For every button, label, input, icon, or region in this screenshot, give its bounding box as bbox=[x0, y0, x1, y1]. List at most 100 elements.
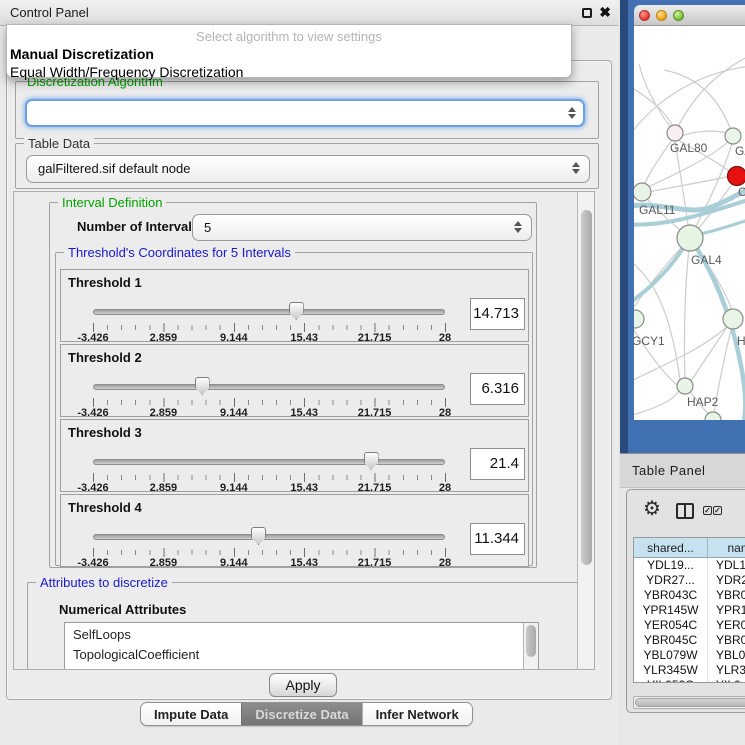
slider-track[interactable] bbox=[93, 534, 445, 540]
slider-thumb[interactable] bbox=[195, 377, 210, 395]
attribute-list-item[interactable]: BetweennessCentrality bbox=[65, 665, 520, 670]
split-table-icon[interactable] bbox=[676, 503, 694, 519]
node-attribute-table: shared...name YDL19...YDL1YDR27...YDR2YB… bbox=[633, 537, 745, 683]
table-cell: YBR045C bbox=[634, 633, 708, 648]
threshold-row: Threshold 4-3.4262.8599.14415.4321.71528… bbox=[60, 494, 529, 567]
slider-track[interactable] bbox=[93, 384, 445, 390]
table-row[interactable]: YBR045CYBR0 bbox=[634, 633, 745, 648]
node-GA[interactable] bbox=[725, 128, 741, 144]
column-header-1[interactable]: name bbox=[708, 538, 745, 558]
node-HAP2[interactable] bbox=[677, 378, 693, 394]
node-C[interactable] bbox=[728, 167, 745, 186]
threshold-value-field[interactable]: 6.316 bbox=[470, 373, 525, 405]
table-row[interactable]: YDL19...YDL1 bbox=[634, 558, 745, 573]
node-GAL80[interactable] bbox=[667, 125, 683, 141]
table-cell: YBL079W bbox=[634, 648, 708, 663]
threshold-value-field[interactable]: 21.4 bbox=[470, 448, 525, 480]
slider-thumb[interactable] bbox=[251, 527, 266, 545]
table-rows: YDL19...YDL1YDR27...YDR2YBR043CYBR0YPR14… bbox=[634, 558, 745, 683]
apply-button[interactable]: Apply bbox=[269, 673, 337, 697]
threshold-slider[interactable]: -3.4262.8599.14415.4321.71528 bbox=[89, 375, 453, 417]
node-H[interactable] bbox=[723, 309, 743, 329]
table-cell: YBR043C bbox=[634, 588, 708, 603]
node-label: GA bbox=[735, 144, 745, 158]
slider-thumb[interactable] bbox=[364, 452, 379, 470]
float-window-icon[interactable] bbox=[582, 8, 592, 18]
scrollbar-thumb[interactable] bbox=[526, 625, 536, 657]
algorithm-combobox[interactable] bbox=[25, 99, 585, 127]
tick-label: 15.43 bbox=[290, 557, 318, 569]
table-row[interactable]: YBR043CYBR0 bbox=[634, 588, 745, 603]
node-GCY1[interactable] bbox=[634, 310, 644, 328]
threshold-slider[interactable]: -3.4262.8599.14415.4321.71528 bbox=[89, 525, 453, 567]
table-horizontal-scrollbar[interactable] bbox=[633, 696, 745, 709]
gear-icon[interactable]: ⚙ bbox=[643, 496, 661, 521]
slider-thumb[interactable] bbox=[289, 302, 304, 320]
tick-label: 2.859 bbox=[150, 482, 178, 494]
close-icon[interactable]: ✖ bbox=[599, 4, 611, 21]
tab-impute-data[interactable]: Impute Data bbox=[141, 703, 241, 725]
number-of-intervals-spinner[interactable]: 5 bbox=[192, 214, 532, 241]
table-row[interactable]: YIL052CYIL0 bbox=[634, 678, 745, 683]
slider-track[interactable] bbox=[93, 459, 445, 465]
table-cell: YDR27... bbox=[634, 573, 708, 588]
settings-scrollpane: Interval Definition Number of Intervals … bbox=[13, 191, 595, 670]
checked-checkbox-icon[interactable]: ✓ bbox=[703, 506, 712, 515]
node-label: GAL80 bbox=[670, 141, 708, 155]
threshold-rows: Threshold 1-3.4262.8599.14415.4321.71528… bbox=[60, 269, 529, 569]
tab-infer-network[interactable]: Infer Network bbox=[362, 703, 472, 725]
attribute-list-item[interactable]: SelfLoops bbox=[65, 625, 520, 645]
tab-label: Discretize Data bbox=[255, 707, 348, 722]
table-cell: YLR3 bbox=[708, 663, 745, 678]
threshold-slider[interactable]: -3.4262.8599.14415.4321.71528 bbox=[89, 450, 453, 492]
table-cell: YPR1 bbox=[708, 603, 745, 618]
mac-close-icon[interactable] bbox=[639, 10, 650, 21]
threshold-row: Threshold 1-3.4262.8599.14415.4321.71528… bbox=[60, 269, 529, 342]
node-label: C bbox=[738, 185, 745, 199]
network-view-window: GAL80GACGAL11GAL4GCY1HHAP2 bbox=[620, 0, 745, 453]
threshold-value-field[interactable]: 11.344 bbox=[470, 523, 525, 555]
panel-title: Control Panel bbox=[10, 5, 89, 20]
number-of-intervals-label: Number of Intervals bbox=[77, 219, 199, 234]
tab-discretize-data[interactable]: Discretize Data bbox=[241, 703, 361, 725]
table-cell: YIL052C bbox=[634, 678, 708, 683]
tick-label: 9.144 bbox=[220, 332, 248, 344]
tick-label: -3.426 bbox=[77, 482, 108, 494]
threshold-slider[interactable]: -3.4262.8599.14415.4321.71528 bbox=[89, 300, 453, 342]
control-panel-window: Control Panel ✖ NetworkStyleSelectCyni T… bbox=[0, 0, 618, 745]
column-header-0[interactable]: shared... bbox=[634, 538, 708, 558]
table-row[interactable]: YLR345WYLR3 bbox=[634, 663, 745, 678]
node-GAL11[interactable] bbox=[634, 183, 651, 201]
algorithm-option[interactable]: Manual Discretization bbox=[7, 45, 571, 63]
threshold-label: Threshold 2 bbox=[68, 350, 142, 365]
tick-label: 9.144 bbox=[220, 557, 248, 569]
table-row[interactable]: YPR145WYPR1 bbox=[634, 603, 745, 618]
slider-track[interactable] bbox=[93, 309, 445, 315]
table-row[interactable]: YBL079WYBL0 bbox=[634, 648, 745, 663]
checked-checkbox-icon[interactable]: ✓ bbox=[713, 506, 722, 515]
network-window-titlebar[interactable] bbox=[634, 5, 745, 26]
table-row[interactable]: YDR27...YDR2 bbox=[634, 573, 745, 588]
tick-label: 15.43 bbox=[290, 332, 318, 344]
network-canvas[interactable]: GAL80GACGAL11GAL4GCY1HHAP2 bbox=[634, 26, 745, 420]
table-cell: YDL1 bbox=[708, 558, 745, 573]
column-checkbox-icons[interactable]: ✓ ✓ bbox=[703, 506, 722, 515]
table-data-combobox-value: galFiltered.sif default node bbox=[38, 161, 190, 176]
tick-label: 21.715 bbox=[358, 332, 392, 344]
attribute-list-item[interactable]: TopologicalCoefficient bbox=[65, 645, 520, 665]
mac-zoom-icon[interactable] bbox=[673, 10, 684, 21]
threshold-value-field[interactable]: 14.713 bbox=[470, 298, 525, 330]
scrollbar-thumb[interactable] bbox=[581, 210, 592, 565]
table-cell: YER054C bbox=[634, 618, 708, 633]
mac-minimize-icon[interactable] bbox=[656, 10, 667, 21]
algorithm-option[interactable]: Equal Width/Frequency Discretization bbox=[7, 63, 571, 81]
node-GAL4[interactable] bbox=[677, 225, 703, 251]
tick-label: 2.859 bbox=[150, 332, 178, 344]
attributes-scrollbar[interactable] bbox=[523, 623, 538, 670]
table-row[interactable]: YER054CYER0 bbox=[634, 618, 745, 633]
tick-label: 28 bbox=[439, 482, 451, 494]
table-data-combobox[interactable]: galFiltered.sif default node bbox=[26, 155, 590, 183]
scrollbar-thumb[interactable] bbox=[635, 698, 745, 707]
tick-label: 21.715 bbox=[358, 407, 392, 419]
main-scrollbar[interactable] bbox=[577, 192, 594, 669]
